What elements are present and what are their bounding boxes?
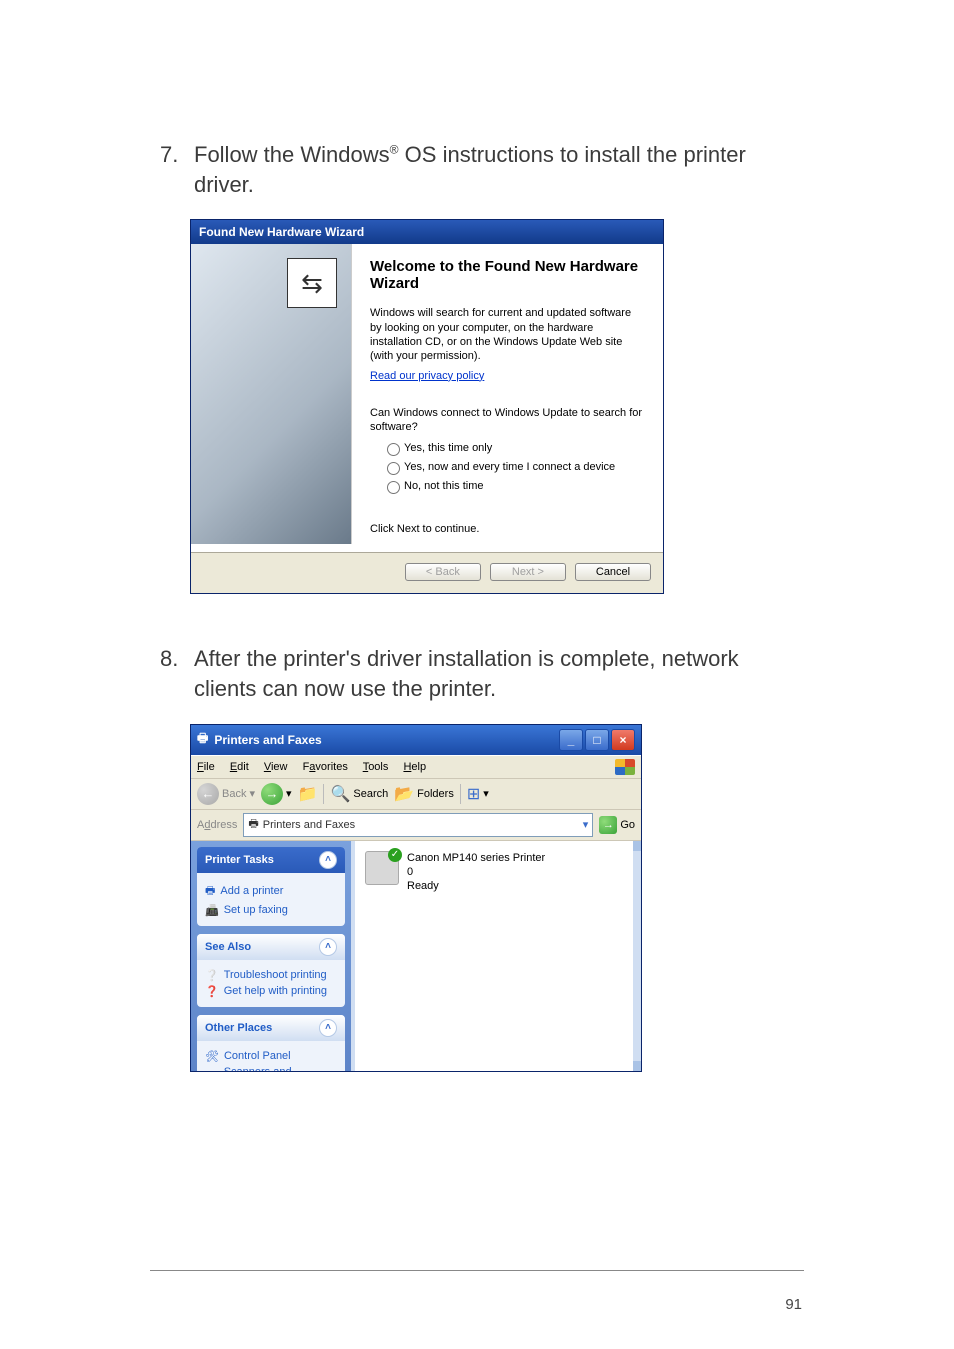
wizard-heading: Welcome to the Found New Hardware Wizard [370,258,645,292]
step-7: 7. Follow the Windows® OS instructions t… [160,140,804,199]
windows-flag-icon [615,759,635,775]
setup-faxing-link[interactable]: 📠Set up faxing [205,904,337,917]
up-nav-button[interactable]: 📁 [298,784,318,804]
wizard-content: Welcome to the Found New Hardware Wizard… [352,244,663,552]
printer-status: Ready [407,879,545,893]
back-button[interactable]: < Back [405,563,481,581]
scanners-cameras-link[interactable]: 📷Scanners and Cameras [205,1066,337,1071]
document-page: 7. Follow the Windows® OS instructions t… [0,0,954,1349]
tasks-pane: Printer Tasks ˄ 🖶Add a printer 📠Set up f… [191,841,351,1071]
address-printers-icon: 🖶 [248,815,258,834]
forward-nav-button[interactable]: → ▾ [261,783,292,805]
printer-tasks-header[interactable]: Printer Tasks ˄ [197,847,345,873]
go-button[interactable]: → Go [599,816,635,834]
menu-edit[interactable]: Edit [230,761,249,773]
search-button[interactable]: 🔍 Search [330,784,388,804]
scrollbar[interactable] [633,841,641,1071]
back-nav-button[interactable]: ← Back ▾ [197,783,255,805]
views-icon: ⊞ [467,784,480,804]
address-label: Address [197,819,237,831]
footer-separator [150,1270,804,1271]
wizard-sidebar-image: ⇆ [191,244,352,544]
toolbar: ← Back ▾ → ▾ 📁 🔍 Search 📂 Folders [191,779,641,810]
troubleshoot-link[interactable]: ❔Troubleshoot printing [205,969,337,982]
step-text: After the printer's driver installation … [194,644,804,703]
wizard-question: Can Windows connect to Windows Update to… [370,406,645,435]
step-text: Follow the Windows® OS instructions to i… [194,140,804,199]
step-number: 7. [160,140,194,199]
printer-docs: 0 [407,865,545,879]
add-printer-icon: 🖶 [205,882,215,901]
wizard-titlebar: Found New Hardware Wizard [191,220,663,244]
wizard-continue-text: Click Next to continue. [370,522,645,536]
printer-item[interactable]: ✓ Canon MP140 series Printer 0 Ready [365,851,631,894]
wizard-body: ⇆ Welcome to the Found New Hardware Wiza… [191,244,663,552]
go-arrow-icon: → [599,816,617,834]
printer-name: Canon MP140 series Printer [407,851,545,865]
menu-tools[interactable]: Tools [363,761,389,773]
add-printer-link[interactable]: 🖶Add a printer [205,882,337,901]
see-also-panel: See Also ˄ ❔Troubleshoot printing ❓Get h… [197,934,345,1007]
device-icon: ⇆ [287,258,337,308]
help-icon: ❔ [205,969,219,982]
printer-tasks-panel: Printer Tasks ˄ 🖶Add a printer 📠Set up f… [197,847,345,926]
menu-help[interactable]: Help [403,761,426,773]
close-button[interactable]: × [611,729,635,751]
window-titlebar: 🖶 Printers and Faxes _ □ × [191,725,641,755]
search-icon: 🔍 [330,784,350,804]
see-also-header[interactable]: See Also ˄ [197,934,345,960]
menu-file[interactable]: File [197,761,215,773]
maximize-button[interactable]: □ [585,729,609,751]
menu-favorites[interactable]: Favorites [303,761,348,773]
privacy-policy-link[interactable]: Read our privacy policy [370,370,484,382]
step-8: 8. After the printer's driver installati… [160,644,804,703]
window-title: Printers and Faxes [214,733,321,747]
menu-view[interactable]: View [264,761,288,773]
default-check-icon: ✓ [388,848,402,862]
cancel-button[interactable]: Cancel [575,563,651,581]
found-new-hardware-wizard: Found New Hardware Wizard ⇆ Welcome to t… [190,219,664,594]
window-content: Printer Tasks ˄ 🖶Add a printer 📠Set up f… [191,841,641,1071]
screenshot-printers-faxes: 🖶 Printers and Faxes _ □ × File Edit Vie… [190,724,804,1072]
page-number: 91 [785,1296,802,1313]
printers-icon: 🖶 [197,729,208,750]
folder-up-icon: 📁 [298,784,318,804]
fax-icon: 📠 [205,904,219,917]
screenshot-wizard: Found New Hardware Wizard ⇆ Welcome to t… [190,219,804,594]
views-button[interactable]: ⊞ ▾ [467,784,489,804]
radio-option-yes-always[interactable]: Yes, now and every time I connect a devi… [382,459,645,475]
printers-list: ✓ Canon MP140 series Printer 0 Ready [351,841,641,1071]
dropdown-icon[interactable]: ▾ [583,818,589,831]
other-places-panel: Other Places ˄ 🛠Control Panel 📷Scanners … [197,1015,345,1071]
wizard-radio-group: Yes, this time only Yes, now and every t… [382,440,645,494]
radio-option-no[interactable]: No, not this time [382,478,645,494]
next-button[interactable]: Next > [490,563,566,581]
radio-option-yes-once[interactable]: Yes, this time only [382,440,645,456]
printers-and-faxes-window: 🖶 Printers and Faxes _ □ × File Edit Vie… [190,724,642,1072]
get-help-link[interactable]: ❓Get help with printing [205,985,337,998]
address-bar: Address 🖶 Printers and Faxes ▾ → Go [191,810,641,841]
step-number: 8. [160,644,194,703]
menu-bar: File Edit View Favorites Tools Help [191,755,641,779]
address-field[interactable]: 🖶 Printers and Faxes ▾ [243,813,593,837]
collapse-icon: ˄ [319,1019,337,1037]
info-icon: ❓ [205,985,219,998]
wizard-button-row: < Back Next > Cancel [191,552,663,593]
folders-button[interactable]: 📂 Folders [394,784,454,804]
control-panel-link[interactable]: 🛠Control Panel [205,1050,337,1063]
address-value: Printers and Faxes [263,819,355,831]
collapse-icon: ˄ [319,851,337,869]
printer-icon: ✓ [365,851,399,885]
other-places-header[interactable]: Other Places ˄ [197,1015,345,1041]
folders-icon: 📂 [394,784,414,804]
collapse-icon: ˄ [319,938,337,956]
minimize-button[interactable]: _ [559,729,583,751]
printer-info: Canon MP140 series Printer 0 Ready [407,851,545,894]
control-panel-icon: 🛠 [205,1050,219,1063]
back-arrow-icon: ← [197,783,219,805]
forward-arrow-icon: → [261,783,283,805]
wizard-intro-text: Windows will search for current and upda… [370,306,645,363]
